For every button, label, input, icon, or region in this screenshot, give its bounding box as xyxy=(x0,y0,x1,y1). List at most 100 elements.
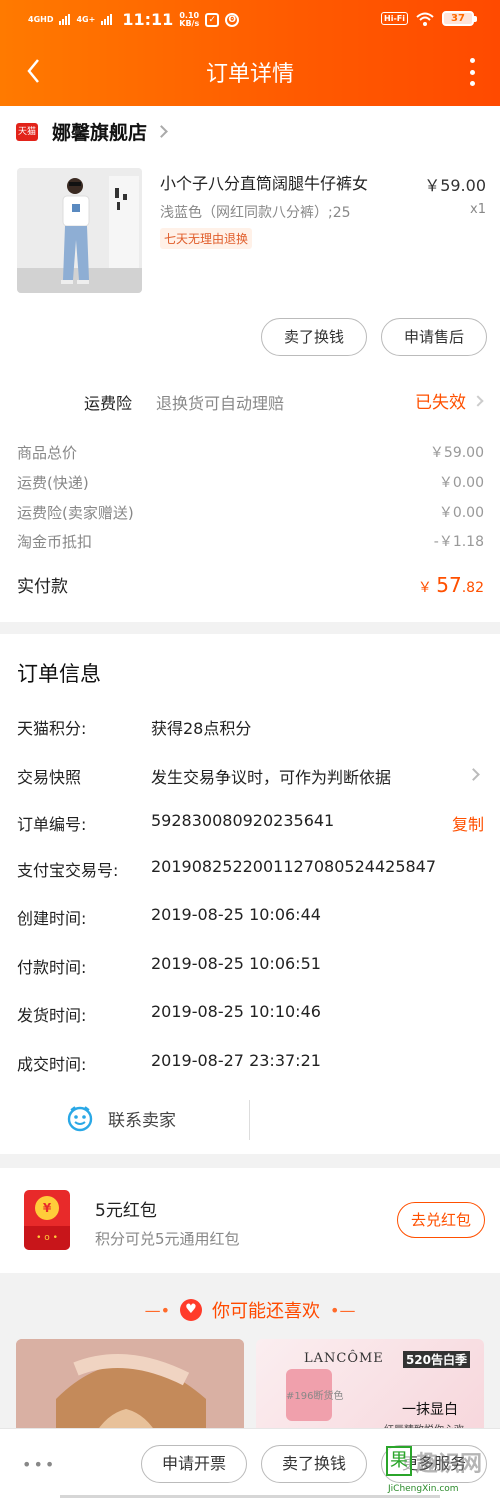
more-actions-button[interactable]: ••• xyxy=(22,1455,56,1474)
store-name: 娜馨旗舰店 xyxy=(52,122,148,144)
product-image[interactable] xyxy=(17,168,142,293)
page-title: 订单详情 xyxy=(205,62,294,87)
closed-time-value: 2019-08-27 23:37:21 xyxy=(151,1051,321,1070)
redeem-red-packet-button[interactable]: 去兑红包 xyxy=(397,1202,485,1238)
product-title[interactable]: 小个子八分直筒阔腿牛仔裤女 xyxy=(160,170,368,194)
wifi-icon xyxy=(416,12,434,26)
fee-label: 商品总价 xyxy=(17,444,78,462)
promo-headline: 一抹显白 xyxy=(402,1402,458,1418)
amount-decimal: .82 xyxy=(461,580,484,596)
closed-time-label: 成交时间: xyxy=(17,1055,87,1074)
store-link[interactable]: 天猫 娜馨旗舰店 xyxy=(16,118,168,145)
more-service-button[interactable]: 更多服务 xyxy=(381,1445,487,1483)
chevron-right-icon xyxy=(467,768,480,781)
paid-time-label: 付款时间: xyxy=(17,958,87,977)
amount-paid-label: 实付款 xyxy=(17,577,68,597)
hifi-badge: Hi-Fi xyxy=(381,12,408,25)
alipay-value: 2019082522001127080524425847 xyxy=(151,857,437,876)
decor-dash: •— xyxy=(330,1300,356,1320)
chat-face-icon xyxy=(67,1106,93,1132)
shipped-time-label: 发货时间: xyxy=(17,1006,87,1025)
currency-symbol: ￥ xyxy=(417,580,432,596)
net-speed: 0.10 KB/s xyxy=(179,11,200,28)
order-product-card: 天猫 娜馨旗舰店 小个子八分直筒阔腿牛仔裤女 浅蓝色（网红同款八分裤）;25 七… xyxy=(0,106,500,622)
signal-icon-2 xyxy=(101,14,113,25)
alipay-label: 支付宝交易号: xyxy=(17,861,119,880)
order-info-title: 订单信息 xyxy=(17,662,101,686)
notification-icon: ✓ xyxy=(205,12,220,27)
product-quantity: x1 xyxy=(470,202,486,217)
product-photo xyxy=(17,168,142,293)
points-label: 天猫积分: xyxy=(17,719,87,738)
fee-label: 运费险(卖家赠送) xyxy=(17,504,134,522)
red-packet-icon: ¥ • o • xyxy=(24,1190,70,1250)
copy-button[interactable]: 复制 xyxy=(452,811,484,835)
red-packet-card: ¥ • o • 5元红包 积分可兑5元通用红包 去兑红包 xyxy=(0,1168,500,1273)
fee-value: ￥59.00 xyxy=(429,445,484,461)
snapshot-value: 发生交易争议时，可作为判断依据 xyxy=(151,768,392,787)
contact-seller-button[interactable]: 联系卖家 xyxy=(66,1104,176,1132)
divider xyxy=(249,1100,250,1140)
red-packet-subtitle: 积分可兑5元通用红包 xyxy=(95,1230,240,1248)
fee-row: 淘金币抵扣 -￥1.18 xyxy=(17,531,484,552)
fee-value: ￥0.00 xyxy=(438,505,484,521)
brand-logo: LANCÔME xyxy=(304,1351,384,1366)
status-bar: 4GHD 4G+ 11:11 0.10 KB/s ✓ ʘ Hi-Fi 37 xyxy=(0,0,500,38)
more-menu-icon[interactable] xyxy=(466,58,478,86)
fee-row: 运费(快递) ￥0.00 xyxy=(17,472,484,493)
shipping-insurance-desc: 退换货可自动理赔 xyxy=(156,394,285,413)
created-time-label: 创建时间: xyxy=(17,909,87,928)
amount-paid-row: 实付款 ￥ 57.82 xyxy=(17,572,484,597)
recommend-header: —• ♥ 你可能还喜欢 •— xyxy=(0,1297,500,1323)
order-info-card: 订单信息 天猫积分: 获得28点积分 交易快照 发生交易争议时，可作为判断依据 … xyxy=(0,634,500,1154)
order-number-label: 订单编号: xyxy=(17,815,87,834)
chevron-right-icon xyxy=(155,125,168,138)
fee-label: 运费(快递) xyxy=(17,474,89,492)
sell-for-cash-button[interactable]: 卖了换钱 xyxy=(261,1445,367,1483)
promo-badge: 520告白季 xyxy=(402,1351,470,1368)
product-sku: 浅蓝色（网红同款八分裤）;25 xyxy=(160,205,351,221)
app-notification-icon: ʘ xyxy=(225,12,240,27)
coin-icon: ¥ xyxy=(35,1196,59,1220)
return-policy-tag: 七天无理由退换 xyxy=(160,228,253,249)
order-number-value: 592830080920235641 xyxy=(151,811,335,830)
invoice-button[interactable]: 申请开票 xyxy=(141,1445,247,1483)
signal-icon xyxy=(59,14,71,25)
battery-icon: 37 xyxy=(442,11,477,26)
fee-row: 商品总价 ￥59.00 xyxy=(17,442,484,463)
chevron-right-icon xyxy=(472,394,484,407)
tmall-badge: 天猫 xyxy=(16,122,38,141)
clock: 11:11 xyxy=(122,10,174,29)
points-value: 获得28点积分 xyxy=(151,719,252,738)
nav-bar: 订单详情 xyxy=(0,44,500,100)
shipped-time-value: 2019-08-25 10:10:46 xyxy=(151,1002,321,1021)
amount-integer: 57 xyxy=(436,573,462,597)
contact-seller-label: 联系卖家 xyxy=(108,1110,176,1131)
sell-for-cash-button[interactable]: 卖了换钱 xyxy=(261,318,367,356)
shipping-insurance-label: 运费险 xyxy=(84,394,133,413)
fee-value: -￥1.18 xyxy=(433,534,484,550)
snapshot-label: 交易快照 xyxy=(17,768,82,787)
network-label: 4GHD xyxy=(28,15,54,24)
after-sale-button[interactable]: 申请售后 xyxy=(381,318,487,356)
recommend-title: 你可能还喜欢 xyxy=(212,1301,320,1322)
amount-paid-value: ￥ 57.82 xyxy=(418,573,484,597)
decor-dash: —• xyxy=(144,1300,170,1320)
fee-row: 运费险(卖家赠送) ￥0.00 xyxy=(17,502,484,523)
top-header: 4GHD 4G+ 11:11 0.10 KB/s ✓ ʘ Hi-Fi 37 订单详… xyxy=(0,0,500,106)
fee-label: 淘金币抵扣 xyxy=(17,533,93,551)
network-label-2: 4G+ xyxy=(76,15,96,24)
red-packet-bottom: • o • xyxy=(24,1226,70,1250)
bottom-action-bar: ••• 申请开票 卖了换钱 更多服务 xyxy=(0,1428,500,1500)
created-time-value: 2019-08-25 10:06:44 xyxy=(151,905,321,924)
shipping-insurance-status[interactable]: 已失效 xyxy=(415,388,484,413)
insurance-status-text: 已失效 xyxy=(415,393,466,413)
net-speed-unit: KB/s xyxy=(179,18,200,28)
shade-tag: #196断货色 xyxy=(286,1391,344,1402)
red-packet-title: 5元红包 xyxy=(95,1201,157,1221)
paid-time-value: 2019-08-25 10:06:51 xyxy=(151,954,321,973)
home-indicator xyxy=(60,1495,440,1498)
fee-value: ￥0.00 xyxy=(438,475,484,491)
heart-icon: ♥ xyxy=(180,1299,202,1321)
product-price: ￥59.00 xyxy=(424,176,486,195)
